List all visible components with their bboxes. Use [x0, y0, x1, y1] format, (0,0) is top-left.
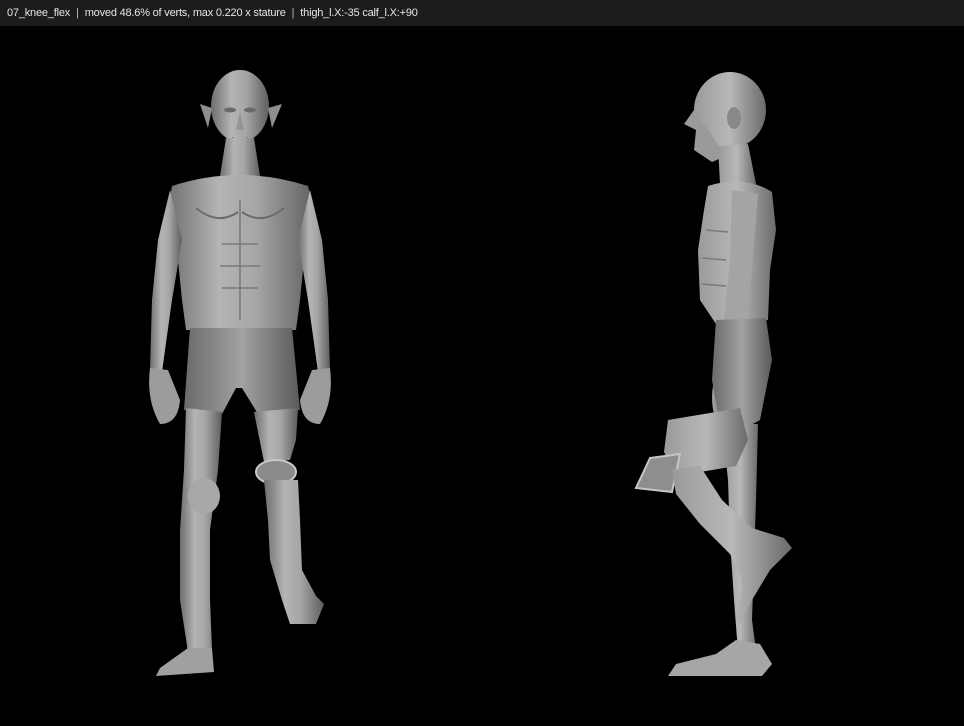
3d-viewport[interactable]: [0, 26, 964, 726]
front-right-ear: [268, 104, 282, 128]
side-standing-foot: [668, 640, 772, 676]
front-flexed-shin: [264, 480, 324, 624]
title-bar: 07_knee_flex | moved 48.6% of verts, max 0…: [0, 0, 964, 26]
deformation-stats: moved 48.6% of verts, max 0.220 x statur…: [84, 7, 286, 19]
front-standing-foot: [156, 648, 214, 676]
title-separator: |: [76, 7, 79, 19]
front-neck: [220, 138, 260, 176]
front-shorts: [184, 328, 300, 414]
front-head: [211, 70, 269, 142]
title-separator: |: [291, 7, 295, 19]
front-eye-right: [244, 107, 256, 113]
front-view-figure: [149, 70, 331, 676]
side-neck: [718, 144, 756, 184]
front-torso: [166, 175, 316, 330]
front-knee: [188, 478, 220, 514]
viewport-canvas: [149, 70, 792, 676]
front-flexed-thigh: [254, 408, 298, 462]
side-view-figure: [634, 72, 792, 676]
side-ear: [727, 107, 741, 129]
front-left-ear: [200, 104, 212, 128]
pose-parameters: thigh_l.X:-35 calf_l.X:+90: [300, 7, 418, 19]
front-left-hand: [300, 368, 331, 424]
front-right-hand: [149, 368, 180, 424]
scene-name: 07_knee_flex: [7, 7, 71, 19]
front-standing-leg: [180, 408, 222, 652]
front-eye-left: [224, 107, 236, 113]
